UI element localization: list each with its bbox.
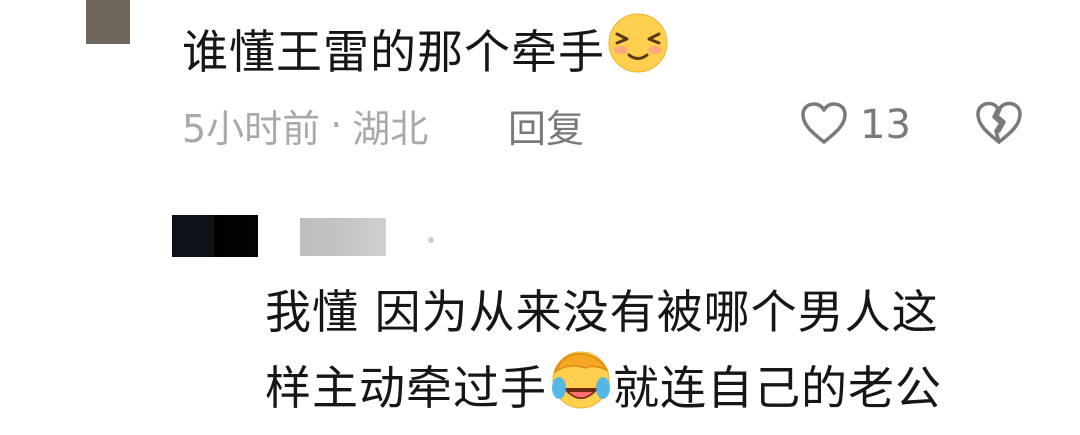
- comment-text: 谁懂王雷的那个牵手: [182, 12, 669, 88]
- dislike-button[interactable]: [975, 100, 1023, 148]
- reply-button[interactable]: 回复: [508, 100, 584, 151]
- comment-meta: 5小时前 · 湖北: [182, 100, 429, 151]
- heart-outline-icon: [800, 101, 848, 149]
- reply-line-1: 我懂 因为从来没有被哪个男人这: [265, 285, 939, 339]
- comment-body: 谁懂王雷的那个牵手: [182, 25, 605, 79]
- reply-line-2-end: 就连自己的老公: [613, 361, 942, 415]
- avatar[interactable]: [86, 0, 130, 44]
- shy-smile-emoji-icon: [607, 12, 669, 88]
- meta-separator: ·: [330, 103, 343, 147]
- facepalm-laugh-emoji-icon: [549, 348, 613, 430]
- comment-location: 湖北: [352, 106, 429, 151]
- comment-time: 5小时前: [182, 106, 321, 151]
- reply-line-2-start: 样主动牵过手: [265, 361, 547, 415]
- reply-avatar[interactable]: [172, 215, 258, 257]
- reply-line-2: 样主动牵过手 就连自己的老公: [265, 348, 1025, 430]
- like-button[interactable]: 13: [800, 98, 911, 152]
- reply-text: 我懂 因为从来没有被哪个男人这 样主动牵过手 就连自己的老公: [265, 276, 1025, 430]
- reply-username-redacted[interactable]: [300, 218, 386, 256]
- like-count: 13: [860, 102, 911, 148]
- broken-heart-icon: [975, 101, 1023, 150]
- username-dot: [428, 237, 434, 243]
